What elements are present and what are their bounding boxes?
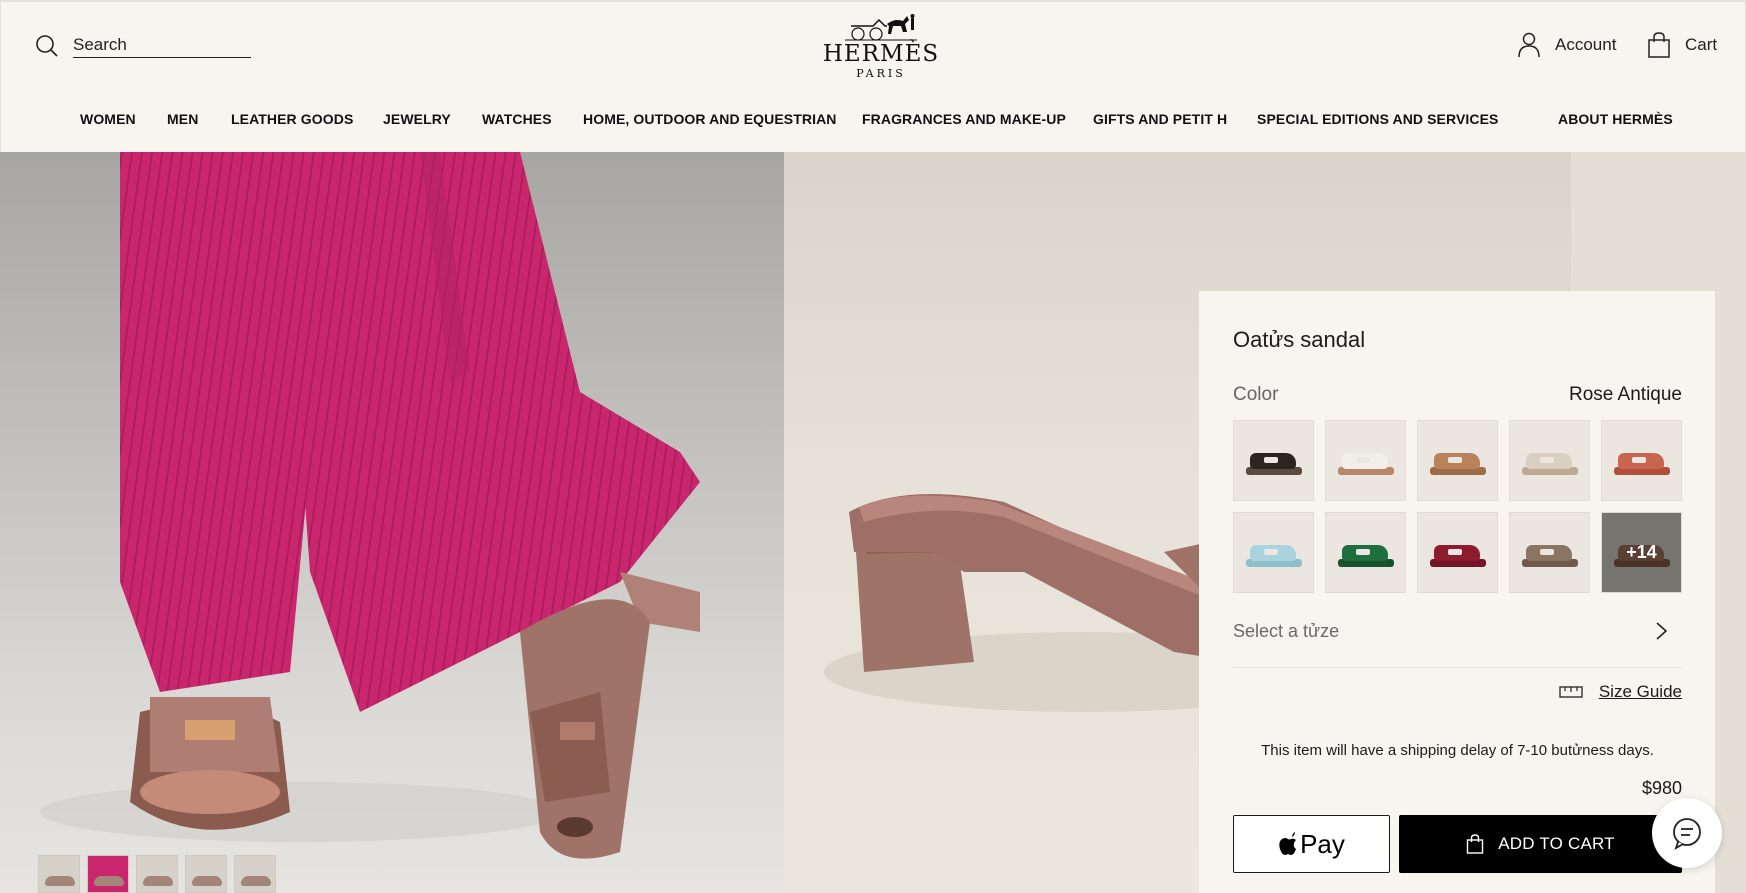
color-swatch[interactable] <box>1325 420 1406 501</box>
color-swatch[interactable] <box>1417 420 1498 501</box>
carriage-logo-icon <box>845 14 917 41</box>
logo-wordmark: HERMÈS <box>822 41 940 67</box>
gallery-thumbnail[interactable] <box>185 855 227 893</box>
color-swatch[interactable] <box>1417 512 1498 593</box>
color-label: Color <box>1233 384 1279 405</box>
apple-pay-label: Pay <box>1300 828 1345 859</box>
more-colors-button[interactable]: +14 <box>1601 512 1682 593</box>
nav-item-jewelry[interactable]: JEWELRY <box>383 111 451 127</box>
size-placeholder: Select a tửze <box>1233 621 1340 641</box>
size-selector[interactable]: Select a tửze <box>1233 621 1682 668</box>
logo-subtitle: PARIS <box>856 67 906 80</box>
gallery-thumbnails <box>38 855 276 893</box>
color-swatches: +14 <box>1233 420 1682 593</box>
more-colors-count: +14 <box>1626 542 1657 562</box>
ruler-icon <box>1559 686 1583 698</box>
account-button[interactable]: Account <box>1517 32 1616 58</box>
gallery-thumbnail[interactable] <box>38 855 80 893</box>
size-guide-link[interactable]: Size Guide <box>1559 682 1682 702</box>
user-icon <box>1518 32 1540 58</box>
chat-bubble-icon <box>1673 818 1701 850</box>
main-nav: WOMEN MEN LEATHER GOODS JEWELRY WATCHES … <box>1 111 1746 133</box>
nav-item-watches[interactable]: WATCHES <box>482 111 552 127</box>
gallery-thumbnail[interactable] <box>234 855 276 893</box>
cart-label: Cart <box>1685 35 1718 54</box>
search-label: Search <box>73 35 251 58</box>
product-image-model <box>0 152 784 893</box>
color-swatch[interactable] <box>1233 420 1314 501</box>
nav-item-women[interactable]: WOMEN <box>80 111 136 127</box>
hermes-logo[interactable]: HERMÈS PARIS <box>821 12 941 82</box>
add-to-cart-label: ADD TO CART <box>1498 834 1615 853</box>
nav-item-special-editions-services[interactable]: SPECIAL EDITIONS AND SERVICES <box>1257 111 1498 127</box>
account-label: Account <box>1555 35 1617 54</box>
gallery-thumbnail[interactable] <box>136 855 178 893</box>
gallery-thumbnail-active[interactable] <box>87 855 129 893</box>
apple-pay-button[interactable]: Pay <box>1233 815 1390 873</box>
color-swatch[interactable] <box>1509 512 1590 593</box>
nav-item-men[interactable]: MEN <box>167 111 198 127</box>
model-legs-illustration <box>40 152 700 859</box>
selected-color-name: Rose Antique <box>1568 384 1682 405</box>
chevron-right-icon <box>1656 622 1668 640</box>
shopping-bag-icon <box>1648 32 1670 58</box>
color-swatch[interactable] <box>1233 512 1314 593</box>
color-swatch[interactable] <box>1509 420 1590 501</box>
nav-item-fragrances-makeup[interactable]: FRAGRANCES AND MAKE-UP <box>862 111 1066 127</box>
product-title: Oatửs sandal <box>1233 327 1366 352</box>
color-swatch[interactable] <box>1601 420 1682 501</box>
search-icon <box>36 35 58 57</box>
nav-item-gifts-petit-h[interactable]: GIFTS AND PETIT H <box>1093 111 1227 127</box>
chat-button[interactable] <box>1652 798 1722 868</box>
product-price: $980 <box>1641 778 1682 798</box>
shipping-delay-note: This item will have a shipping delay of … <box>1261 742 1654 759</box>
site-header: Search HERMÈS PARIS Account Cart WOMEN M… <box>0 0 1746 152</box>
add-to-cart-button[interactable]: ADD TO CART <box>1399 815 1682 873</box>
nav-item-home-outdoor-equestrian[interactable]: HOME, OUTDOOR AND EQUESTRIAN <box>583 111 837 127</box>
nav-item-about-hermes[interactable]: ABOUT HERMÈS <box>1558 111 1673 127</box>
color-swatch[interactable] <box>1325 512 1406 593</box>
shopping-bag-icon <box>1467 834 1484 854</box>
product-panel: Oatửs sandal Color Rose Antique +14 Sele… <box>1199 291 1715 893</box>
cart-button[interactable]: Cart <box>1647 32 1717 58</box>
size-guide-label: Size Guide <box>1598 682 1682 701</box>
apple-icon <box>1279 832 1297 855</box>
search-button[interactable]: Search <box>35 34 251 58</box>
nav-item-leather-goods[interactable]: LEATHER GOODS <box>231 111 353 127</box>
